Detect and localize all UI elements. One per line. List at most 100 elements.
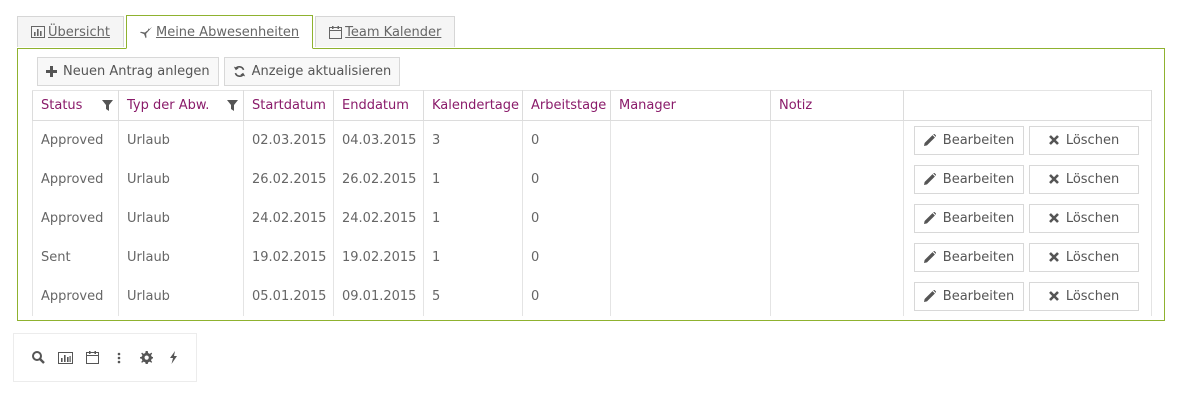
cell-actions: Bearbeiten Löschen (903, 237, 1152, 277)
close-icon (1048, 252, 1059, 262)
edit-label: Bearbeiten (942, 249, 1015, 265)
table-row: Sent Urlaub 19.02.2015 19.02.2015 1 0 Be… (32, 237, 1152, 277)
delete-label: Löschen (1065, 210, 1120, 226)
column-header-enddatum[interactable]: Enddatum (333, 90, 424, 121)
delete-button[interactable]: Löschen (1029, 203, 1139, 233)
cell-work-days: 0 (522, 237, 611, 277)
column-header-label: Enddatum (342, 98, 409, 113)
column-header-label: Typ der Abw. (127, 98, 210, 113)
cell-calendar-days: 1 (423, 198, 523, 238)
cell-end: 19.02.2015 (333, 237, 424, 277)
cell-work-days: 0 (522, 159, 611, 199)
calendar-icon[interactable] (84, 350, 100, 366)
cell-note (770, 120, 904, 160)
close-icon (1048, 291, 1059, 301)
cell-work-days: 0 (522, 120, 611, 160)
edit-label: Bearbeiten (942, 171, 1015, 187)
cell-work-days: 0 (522, 276, 611, 316)
absences-table: Status Typ der Abw. Startdatum Enddatum … (32, 90, 1152, 316)
cell-start: 02.03.2015 (243, 120, 334, 160)
refresh-icon (233, 66, 245, 77)
cell-manager (610, 198, 771, 238)
cell-end: 24.02.2015 (333, 198, 424, 238)
cell-start: 05.01.2015 (243, 276, 334, 316)
column-header-notiz[interactable]: Notiz (770, 90, 904, 121)
cell-calendar-days: 1 (423, 237, 523, 277)
bar-chart-icon (31, 26, 45, 38)
bar-chart-icon[interactable] (57, 350, 73, 366)
delete-label: Löschen (1065, 249, 1120, 265)
column-header-label: Status (41, 98, 83, 113)
pencil-icon (923, 212, 936, 224)
more-vertical-icon[interactable] (111, 350, 127, 366)
cell-end: 26.02.2015 (333, 159, 424, 199)
table-header-row: Status Typ der Abw. Startdatum Enddatum … (32, 90, 1152, 121)
filter-icon[interactable] (227, 100, 238, 111)
calendar-icon (329, 25, 343, 39)
table-row: Approved Urlaub 24.02.2015 24.02.2015 1 … (32, 198, 1152, 238)
cell-note (770, 276, 904, 316)
column-header-actions (903, 90, 1152, 121)
column-header-label: Notiz (779, 98, 813, 113)
plane-icon (139, 26, 153, 38)
refresh-button[interactable]: Anzeige aktualisieren (223, 57, 401, 86)
column-header-label: Arbeitstage (531, 98, 607, 113)
cell-status: Approved (32, 120, 119, 160)
filter-icon[interactable] (102, 100, 113, 111)
cell-type: Urlaub (118, 120, 244, 160)
bolt-icon[interactable] (165, 350, 181, 366)
cell-type: Urlaub (118, 237, 244, 277)
edit-button[interactable]: Bearbeiten (914, 125, 1024, 155)
gear-icon[interactable] (138, 350, 154, 366)
pencil-icon (923, 290, 936, 302)
cell-note (770, 237, 904, 277)
tab-meine-abwesenheiten[interactable]: Meine Abwesenheiten (125, 15, 314, 49)
cell-type: Urlaub (118, 276, 244, 316)
cell-manager (610, 159, 771, 199)
pencil-icon (923, 251, 936, 263)
cell-status: Approved (32, 159, 119, 199)
column-header-kalendertage[interactable]: Kalendertage (423, 90, 523, 121)
table-row: Approved Urlaub 26.02.2015 26.02.2015 1 … (32, 159, 1152, 199)
close-icon (1048, 135, 1059, 146)
cell-end: 04.03.2015 (333, 120, 424, 160)
search-icon[interactable] (30, 350, 46, 366)
column-header-arbeitstage[interactable]: Arbeitstage (522, 90, 611, 121)
tab-uebersicht[interactable]: Übersicht (17, 16, 124, 47)
cell-start: 24.02.2015 (243, 198, 334, 238)
pencil-icon (923, 134, 936, 147)
cell-start: 19.02.2015 (243, 237, 334, 277)
edit-button[interactable]: Bearbeiten (914, 281, 1024, 311)
column-header-label: Startdatum (252, 98, 326, 113)
delete-button[interactable]: Löschen (1029, 125, 1139, 155)
edit-label: Bearbeiten (942, 210, 1015, 226)
delete-label: Löschen (1065, 132, 1120, 148)
cell-status: Approved (32, 276, 119, 316)
cell-calendar-days: 3 (423, 120, 523, 160)
delete-button[interactable]: Löschen (1029, 242, 1139, 272)
tab-bar: Übersicht Meine Abwesenheiten Team Kalen… (17, 15, 457, 49)
delete-button[interactable]: Löschen (1029, 164, 1139, 194)
delete-button[interactable]: Löschen (1029, 281, 1139, 311)
edit-button[interactable]: Bearbeiten (914, 242, 1024, 272)
tab-label: Übersicht (48, 24, 110, 40)
close-icon (1048, 174, 1059, 184)
delete-label: Löschen (1065, 171, 1120, 187)
column-header-startdatum[interactable]: Startdatum (243, 90, 334, 121)
tab-team-kalender[interactable]: Team Kalender (315, 16, 456, 47)
column-header-type[interactable]: Typ der Abw. (118, 90, 244, 121)
new-request-button[interactable]: Neuen Antrag anlegen (37, 57, 219, 86)
column-header-status[interactable]: Status (32, 90, 119, 121)
column-header-manager[interactable]: Manager (610, 90, 771, 121)
cell-calendar-days: 1 (423, 159, 523, 199)
edit-button[interactable]: Bearbeiten (914, 203, 1024, 233)
close-icon (1048, 213, 1059, 223)
edit-button[interactable]: Bearbeiten (914, 164, 1024, 194)
pencil-icon (923, 173, 936, 185)
table-row: Approved Urlaub 02.03.2015 04.03.2015 3 … (32, 120, 1152, 160)
table-row: Approved Urlaub 05.01.2015 09.01.2015 5 … (32, 276, 1152, 316)
cell-status: Sent (32, 237, 119, 277)
edit-label: Bearbeiten (942, 288, 1015, 304)
cell-actions: Bearbeiten Löschen (903, 198, 1152, 238)
column-header-label: Manager (619, 98, 676, 113)
